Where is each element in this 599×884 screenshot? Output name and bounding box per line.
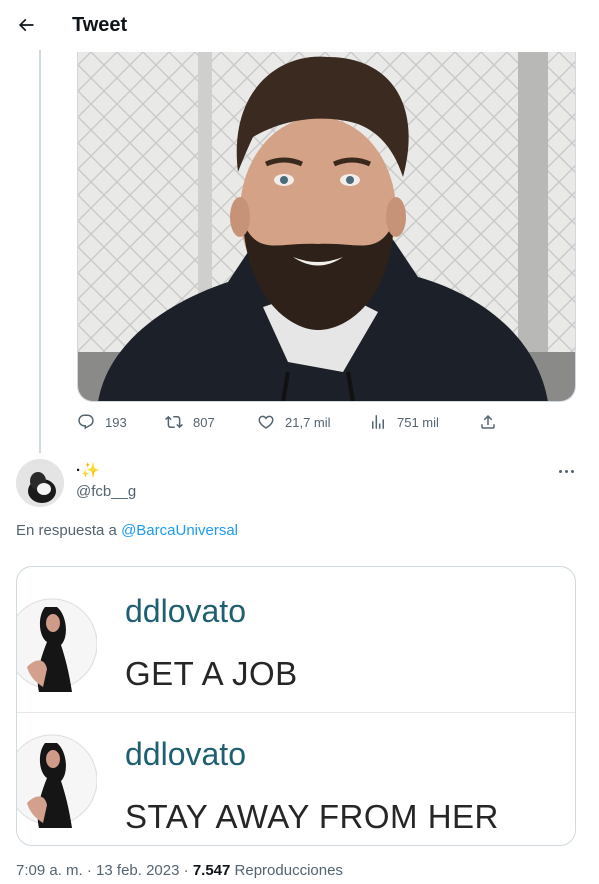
tweet-action-bar: 193 807 21,7 mil 751 mil [77, 413, 517, 435]
display-name: ·✨ [76, 462, 100, 479]
reply-to-link[interactable]: @BarcaUniversal [121, 522, 238, 539]
back-button[interactable] [9, 8, 43, 42]
meta-separator: · [183, 862, 193, 879]
retweet-icon [165, 415, 183, 429]
views-action[interactable]: 751 mil [369, 413, 439, 431]
views-count: 751 mil [397, 414, 439, 430]
more-dots-icon [558, 469, 562, 473]
thread-connector-line [39, 50, 41, 453]
comment-icon [78, 414, 94, 430]
commenter-username: ddlovato [125, 593, 246, 629]
photo-man-in-hoodie [78, 52, 575, 401]
avatar-image [16, 459, 64, 507]
heart-icon [258, 415, 274, 429]
tweet-media-image[interactable] [77, 52, 576, 402]
commenter-username: ddlovato [125, 736, 246, 772]
retweet-count: 807 [193, 414, 215, 430]
more-dot [570, 469, 574, 473]
more-options-button[interactable] [553, 462, 579, 480]
reply-action[interactable]: 193 [77, 413, 127, 431]
comment-row: ddlovato GET A JOB [17, 567, 575, 707]
reply-context: En respuesta a @BarcaUniversal [16, 522, 238, 539]
share-icon [481, 414, 495, 429]
like-action[interactable]: 21,7 mil [257, 413, 331, 431]
more-dot [564, 469, 568, 473]
like-count: 21,7 mil [285, 414, 331, 430]
views-number: 7.547 [192, 862, 231, 879]
comment-row: ddlovato STAY AWAY FROM HER [17, 712, 575, 845]
share-action[interactable] [479, 413, 497, 431]
meta-separator: · [86, 862, 97, 879]
author-info[interactable]: ·✨ @fcb__g [76, 461, 136, 500]
commenter-avatar [17, 733, 98, 828]
tweet-attached-image[interactable]: ddlovato GET A JOB ddlovato STAY AWAY FR… [16, 566, 576, 846]
arrow-left-icon [18, 18, 34, 32]
bar-chart-icon [372, 415, 384, 429]
avatar[interactable] [16, 459, 64, 507]
page-title: Tweet [72, 13, 128, 36]
comment-text: STAY AWAY FROM HER [125, 798, 499, 835]
retweet-action[interactable]: 807 [165, 413, 215, 431]
top-bar: Tweet [0, 0, 599, 50]
commenter-avatar [17, 597, 98, 692]
reply-count: 193 [105, 414, 127, 430]
comment-text: GET A JOB [125, 655, 298, 692]
views-label: Reproducciones [234, 862, 343, 879]
tweet-meta: 7:09 a. m. · 13 feb. 2023 · 7.547 Reprod… [16, 862, 343, 879]
tweet-time[interactable]: 7:09 a. m. [16, 862, 83, 879]
tweet-date[interactable]: 13 feb. 2023 [96, 862, 179, 879]
reply-prefix: En respuesta a [16, 522, 117, 539]
user-handle: @fcb__g [76, 483, 137, 500]
